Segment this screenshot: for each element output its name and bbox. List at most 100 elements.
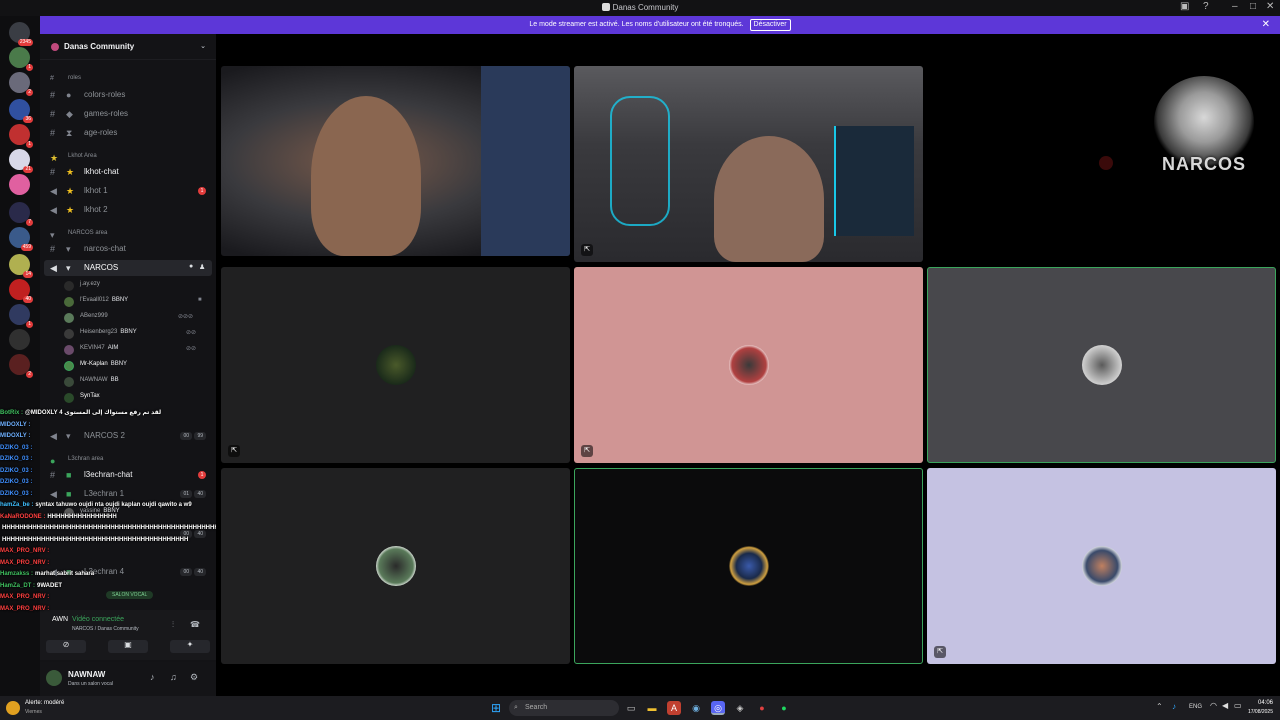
voice-tile-speaking[interactable] <box>574 468 923 664</box>
webcam-person <box>714 136 824 262</box>
avatar <box>64 361 74 371</box>
avatar <box>1099 156 1113 170</box>
home-icon[interactable]: 2345 <box>9 22 33 46</box>
avatar <box>64 297 74 307</box>
app-icon[interactable]: A <box>667 701 681 715</box>
voice-tile[interactable]: ⇱ <box>221 267 570 463</box>
server-icon[interactable]: 1 <box>9 47 33 71</box>
avatar <box>1081 546 1122 586</box>
video-tile-camera[interactable]: ⇱ <box>574 66 923 262</box>
inbox-icon[interactable]: ▣ <box>1180 1 1189 12</box>
avatar <box>728 345 769 385</box>
avatar <box>64 377 74 387</box>
avatar <box>64 313 74 323</box>
star-icon: ★ <box>50 153 59 163</box>
clock-date[interactable]: 17/08/2025 <box>1238 709 1273 715</box>
speaker-icon: ◀ <box>50 186 57 196</box>
user-status: Dans un salon vocal <box>68 681 114 687</box>
taskbar-search[interactable]: ⌕ Search <box>509 700 619 716</box>
weather-subtitle: Viernes <box>25 709 42 715</box>
star-icon: ★ <box>66 167 75 177</box>
voice-tile[interactable]: ⇱ <box>574 267 923 463</box>
unread-badge: 1 <box>198 187 206 195</box>
speaker-icon: ◀ <box>50 205 57 215</box>
headphones-icon[interactable]: ♫ <box>170 672 177 682</box>
server-icon[interactable]: 21 <box>9 149 33 173</box>
logo-text: NARCOS <box>1161 154 1246 174</box>
app-icon[interactable]: ◈ <box>733 701 747 715</box>
avatar[interactable] <box>46 670 62 686</box>
volume-icon[interactable]: ◀ <box>1222 701 1228 710</box>
gamepad-icon: ◆ <box>66 109 73 119</box>
chrome-icon[interactable]: ● <box>755 701 769 715</box>
discord-icon[interactable]: ◎ <box>711 701 725 715</box>
chevron-up-icon[interactable]: ⌃ <box>1156 702 1163 711</box>
avatar <box>375 345 416 385</box>
banner-close-icon[interactable]: ✕ <box>1262 16 1270 34</box>
task-view-icon[interactable]: ▭ <box>624 701 638 715</box>
streamer-mode-banner: Le mode streamer est activé. Les noms d'… <box>40 16 1280 34</box>
server-icon[interactable] <box>9 174 30 195</box>
guild-name: Danas Community <box>64 42 135 51</box>
minimize-button[interactable]: – <box>1232 1 1238 12</box>
microphone-icon[interactable]: ♪ <box>1172 702 1176 711</box>
maximize-button[interactable]: □ <box>1250 1 1256 12</box>
server-icon[interactable]: 36 <box>9 99 33 123</box>
spotify-icon[interactable]: ● <box>777 701 791 715</box>
server-icon[interactable]: 2 <box>9 72 33 96</box>
microphone-icon[interactable]: ♪ <box>150 672 155 682</box>
channel-narcos-voice[interactable]: ◀ ▾ NARCOS ● ♟ <box>44 260 212 276</box>
voice-video-grid: ⇱ ⇱ ⇱ ⇱ NARCOS <box>216 34 1280 696</box>
screen-share-icon: ⇱ <box>934 646 946 658</box>
wolf-icon: ▾ <box>66 263 71 273</box>
window-titlebar: Danas Community ▣ ? – □ ✕ <box>0 0 1280 16</box>
windows-start-icon[interactable]: ⊞ <box>489 701 503 715</box>
close-button[interactable]: ✕ <box>1266 1 1274 12</box>
video-tile-camera[interactable] <box>221 66 570 256</box>
wolf-icon: ▾ <box>50 230 55 240</box>
add-user-icon[interactable]: ♟ <box>199 263 205 271</box>
server-icon[interactable]: 7 <box>9 202 33 226</box>
language-indicator[interactable]: ENG <box>1189 704 1202 710</box>
hash-icon: # <box>50 167 56 177</box>
neon-light <box>610 96 670 226</box>
window-title: Danas Community <box>612 3 679 12</box>
clock-time[interactable]: 04:06 <box>1243 700 1273 706</box>
help-icon[interactable]: ? <box>1203 1 1209 12</box>
wifi-icon[interactable]: ◠ <box>1210 701 1217 710</box>
banner-text: Le mode streamer est activé. Les noms d'… <box>529 21 744 28</box>
steam-icon[interactable]: ◉ <box>689 701 703 715</box>
server-icon[interactable]: 459 <box>9 227 33 251</box>
screen-share-icon: ⇱ <box>581 445 593 457</box>
server-icon[interactable]: 14 <box>9 254 33 278</box>
hash-icon: # <box>50 109 56 119</box>
avatar <box>64 345 74 355</box>
gear-icon[interactable]: ⚙ <box>190 672 198 683</box>
screen-share-icon: ⇱ <box>581 244 593 256</box>
voice-tile-speaking[interactable] <box>927 267 1276 463</box>
chat-icon[interactable]: ● <box>189 263 193 270</box>
shelf <box>834 126 914 236</box>
server-icon[interactable]: 2 <box>9 354 33 378</box>
server-icon[interactable]: 40 <box>9 279 33 303</box>
avatar <box>64 393 74 403</box>
guild-header[interactable]: Danas Community ⌄ <box>40 34 216 60</box>
server-icon[interactable] <box>9 329 30 350</box>
voice-tile[interactable]: ⇱ <box>927 468 1276 664</box>
screen-share-icon: ⇱ <box>228 445 240 457</box>
search-icon: ⌕ <box>514 704 518 711</box>
weather-title: Alerte: modéré <box>25 700 65 706</box>
server-icon[interactable]: 1 <box>9 304 33 328</box>
weather-icon[interactable] <box>6 701 20 715</box>
voice-tile[interactable] <box>221 468 570 664</box>
muted-icon: ⊘⊘ <box>186 346 197 352</box>
deactivate-button[interactable]: Désactiver <box>749 19 791 31</box>
server-icon[interactable]: 1 <box>9 124 33 148</box>
webcam-person <box>311 96 421 256</box>
muted-icon: ⊘⊘⊘ <box>178 314 194 320</box>
avatar <box>64 281 74 291</box>
file-explorer-icon[interactable]: ▬ <box>645 701 659 715</box>
avatar <box>64 329 74 339</box>
hash-icon: # <box>50 90 56 100</box>
star-icon: ★ <box>66 186 75 196</box>
